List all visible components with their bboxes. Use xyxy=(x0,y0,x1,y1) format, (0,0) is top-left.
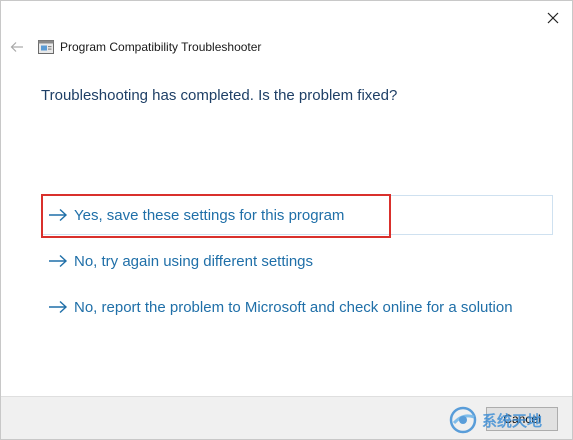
cancel-button[interactable]: Cancel xyxy=(486,407,558,431)
dialog-footer: Cancel xyxy=(1,396,572,439)
option-label: No, report the problem to Microsoft and … xyxy=(74,298,513,316)
option-yes-save-settings[interactable]: Yes, save these settings for this progra… xyxy=(41,195,553,235)
option-label: Yes, save these settings for this progra… xyxy=(74,206,345,224)
back-button[interactable] xyxy=(7,37,27,57)
right-arrow-icon xyxy=(48,300,68,314)
option-label: No, try again using different settings xyxy=(74,252,314,270)
back-arrow-icon xyxy=(10,42,23,52)
window-title: Program Compatibility Troubleshooter xyxy=(60,40,262,54)
troubleshooter-app-icon xyxy=(38,40,54,54)
options-list: Yes, save these settings for this progra… xyxy=(41,195,553,333)
troubleshooter-dialog: Program Compatibility Troubleshooter Tro… xyxy=(0,0,573,440)
right-arrow-icon xyxy=(48,208,68,222)
dialog-header: Program Compatibility Troubleshooter xyxy=(7,35,261,59)
close-button[interactable] xyxy=(542,7,564,29)
page-title: Troubleshooting has completed. Is the pr… xyxy=(41,87,398,104)
option-no-try-again[interactable]: No, try again using different settings xyxy=(41,241,553,281)
right-arrow-icon xyxy=(48,254,68,268)
option-no-report-problem[interactable]: No, report the problem to Microsoft and … xyxy=(41,287,553,327)
close-icon xyxy=(547,12,559,24)
